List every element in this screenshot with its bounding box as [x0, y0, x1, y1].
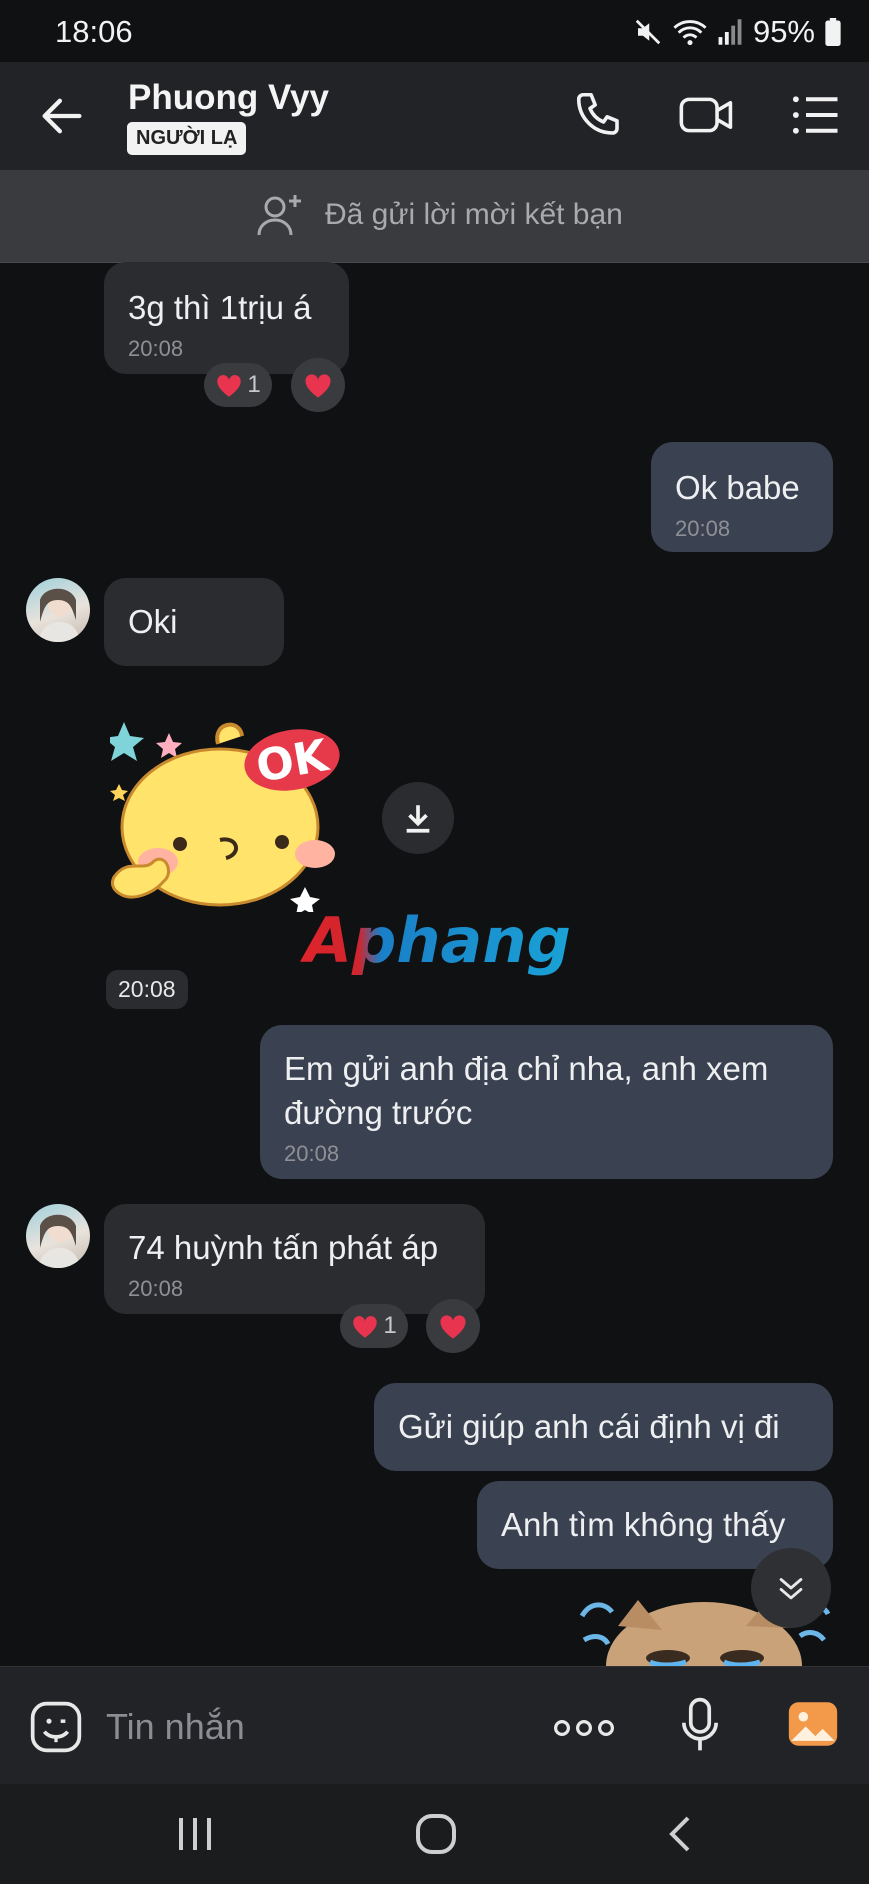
more-dots-icon — [553, 1720, 614, 1737]
heart-icon — [353, 1316, 378, 1338]
incoming-message[interactable]: 3g thì 1trịu á 20:08 — [104, 262, 349, 374]
phone-icon — [576, 92, 619, 135]
back-button[interactable] — [36, 90, 88, 142]
add-user-icon — [257, 195, 301, 236]
reaction-summary[interactable]: 1 — [204, 363, 272, 407]
chick-ok-sticker-image: OK — [104, 722, 340, 915]
watermark: Aphang — [299, 904, 571, 977]
message-text: Gửi giúp anh cái định vị đi — [398, 1408, 780, 1445]
arrow-left-icon — [42, 98, 82, 134]
friend-request-status: Đã gửi lời mời kết bạn — [325, 198, 623, 231]
download-sticker-button[interactable] — [382, 782, 454, 854]
react-button[interactable] — [291, 358, 345, 412]
reaction-summary[interactable]: 1 — [340, 1304, 408, 1348]
voice-record-button[interactable] — [676, 1695, 724, 1755]
incoming-message[interactable]: 74 huỳnh tấn phát áp 20:08 — [104, 1204, 485, 1314]
avatar-photo — [38, 1214, 80, 1268]
download-icon — [406, 805, 430, 833]
battery-icon — [825, 18, 841, 46]
message-text: 74 huỳnh tấn phát áp — [128, 1229, 439, 1266]
message-time: 20:08 — [128, 336, 184, 361]
message-text: Ok babe — [675, 469, 800, 506]
outgoing-message[interactable]: Gửi giúp anh cái định vị đi — [374, 1383, 833, 1471]
status-bar: 18:06 95% — [0, 0, 869, 62]
emoji-icon — [30, 1701, 82, 1753]
scroll-to-bottom-button[interactable] — [751, 1548, 831, 1628]
avatar-photo — [38, 588, 80, 642]
signal-icon — [718, 19, 742, 45]
wifi-icon — [673, 20, 707, 46]
message-text: Oki — [128, 603, 178, 640]
heart-icon — [217, 375, 242, 397]
contact-avatar[interactable] — [26, 1204, 90, 1268]
status-icons: 95% — [633, 14, 841, 50]
video-call-button[interactable] — [678, 88, 733, 142]
home-icon — [416, 1814, 456, 1854]
more-options-button[interactable] — [552, 1703, 616, 1753]
heart-icon — [440, 1315, 466, 1339]
list-menu-icon — [792, 96, 838, 134]
reaction-count: 1 — [247, 371, 261, 398]
mute-icon — [635, 19, 661, 45]
chevron-left-icon — [669, 1816, 690, 1852]
watermark-text: Aphang — [300, 906, 570, 976]
double-chevron-down-icon — [779, 1578, 803, 1600]
recent-apps-button[interactable] — [170, 1812, 220, 1856]
heart-icon — [305, 374, 331, 398]
message-composer — [0, 1666, 869, 1785]
friend-request-banner: Đã gửi lời mời kết bạn — [0, 170, 869, 263]
voice-call-button[interactable] — [572, 88, 626, 142]
image-gallery-icon — [788, 1702, 838, 1746]
microphone-icon — [682, 1697, 718, 1751]
battery-text: 95% — [752, 14, 815, 49]
send-image-button[interactable] — [784, 1695, 842, 1753]
message-input[interactable] — [104, 1699, 538, 1755]
emoji-button[interactable] — [28, 1699, 84, 1755]
status-time: 18:06 — [55, 14, 133, 49]
reaction-count: 1 — [383, 1312, 397, 1339]
message-text: Em gửi anh địa chỉ nha, anh xem đường tr… — [284, 1050, 769, 1131]
message-text: Anh tìm không thấy — [501, 1506, 786, 1543]
video-camera-icon — [679, 97, 733, 133]
home-button[interactable] — [412, 1810, 460, 1858]
message-time: 20:08 — [284, 1141, 340, 1166]
ok-sticker[interactable]: OK — [104, 712, 370, 915]
contact-avatar[interactable] — [26, 578, 90, 642]
message-time: 20:08 — [128, 1276, 184, 1301]
react-button[interactable] — [426, 1299, 480, 1353]
sticker-time: 20:08 — [106, 970, 188, 1009]
aphang-watermark-logo: Aphang — [299, 904, 571, 977]
message-time: 20:08 — [675, 516, 731, 541]
recents-icon — [179, 1818, 211, 1850]
system-navigation-bar — [0, 1784, 869, 1884]
incoming-message[interactable]: Oki — [104, 578, 284, 666]
outgoing-message[interactable]: Em gửi anh địa chỉ nha, anh xem đường tr… — [260, 1025, 833, 1179]
message-text: 3g thì 1trịu á — [128, 289, 312, 326]
system-back-button[interactable] — [658, 1810, 706, 1858]
chat-options-button[interactable] — [788, 88, 842, 142]
contact-name[interactable]: Phuong Vyy — [128, 78, 329, 118]
stranger-badge: NGƯỜI LẠ — [127, 122, 247, 155]
chat-header: Phuong Vyy NGƯỜI LẠ — [0, 62, 869, 170]
outgoing-message[interactable]: Ok babe 20:08 — [651, 442, 833, 552]
